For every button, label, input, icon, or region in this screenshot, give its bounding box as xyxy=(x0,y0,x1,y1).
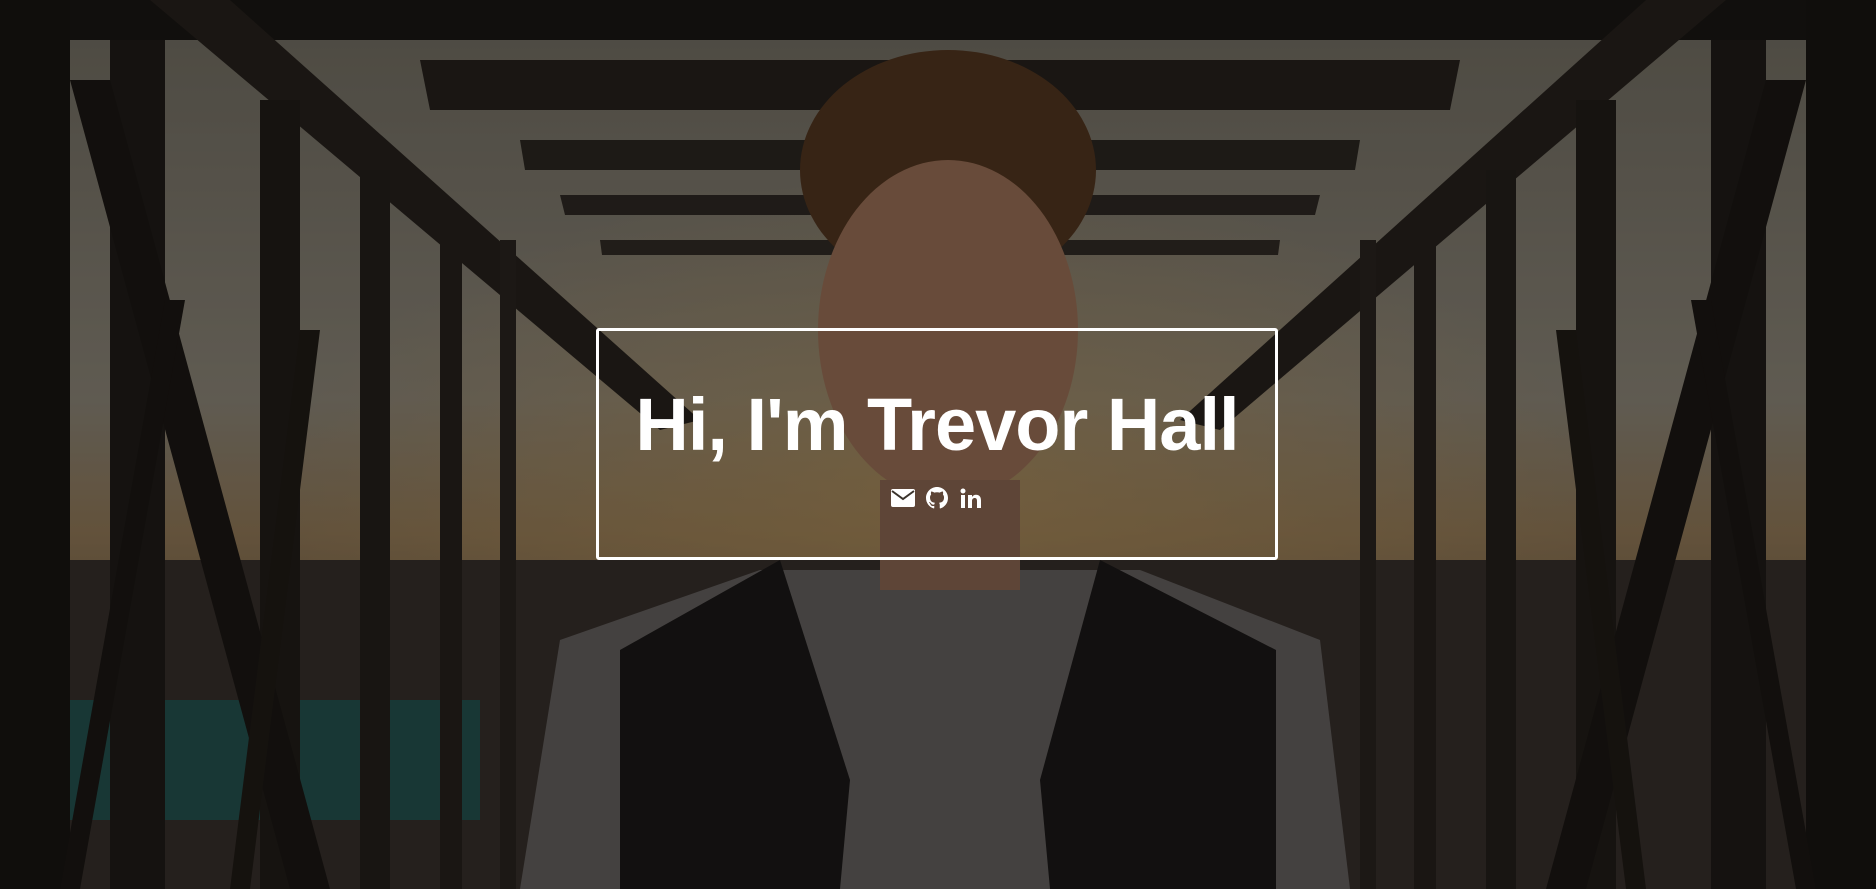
linkedin-link[interactable] xyxy=(958,486,984,510)
intro-card: Hi, I'm Trevor Hall xyxy=(596,328,1278,560)
email-link[interactable] xyxy=(890,486,916,510)
github-link[interactable] xyxy=(924,486,950,510)
linkedin-icon xyxy=(960,488,981,508)
social-links xyxy=(890,486,984,510)
github-icon xyxy=(926,487,948,509)
hero-section: Hi, I'm Trevor Hall xyxy=(0,0,1876,889)
hero-title: Hi, I'm Trevor Hall xyxy=(635,383,1239,466)
envelope-icon xyxy=(891,489,915,507)
